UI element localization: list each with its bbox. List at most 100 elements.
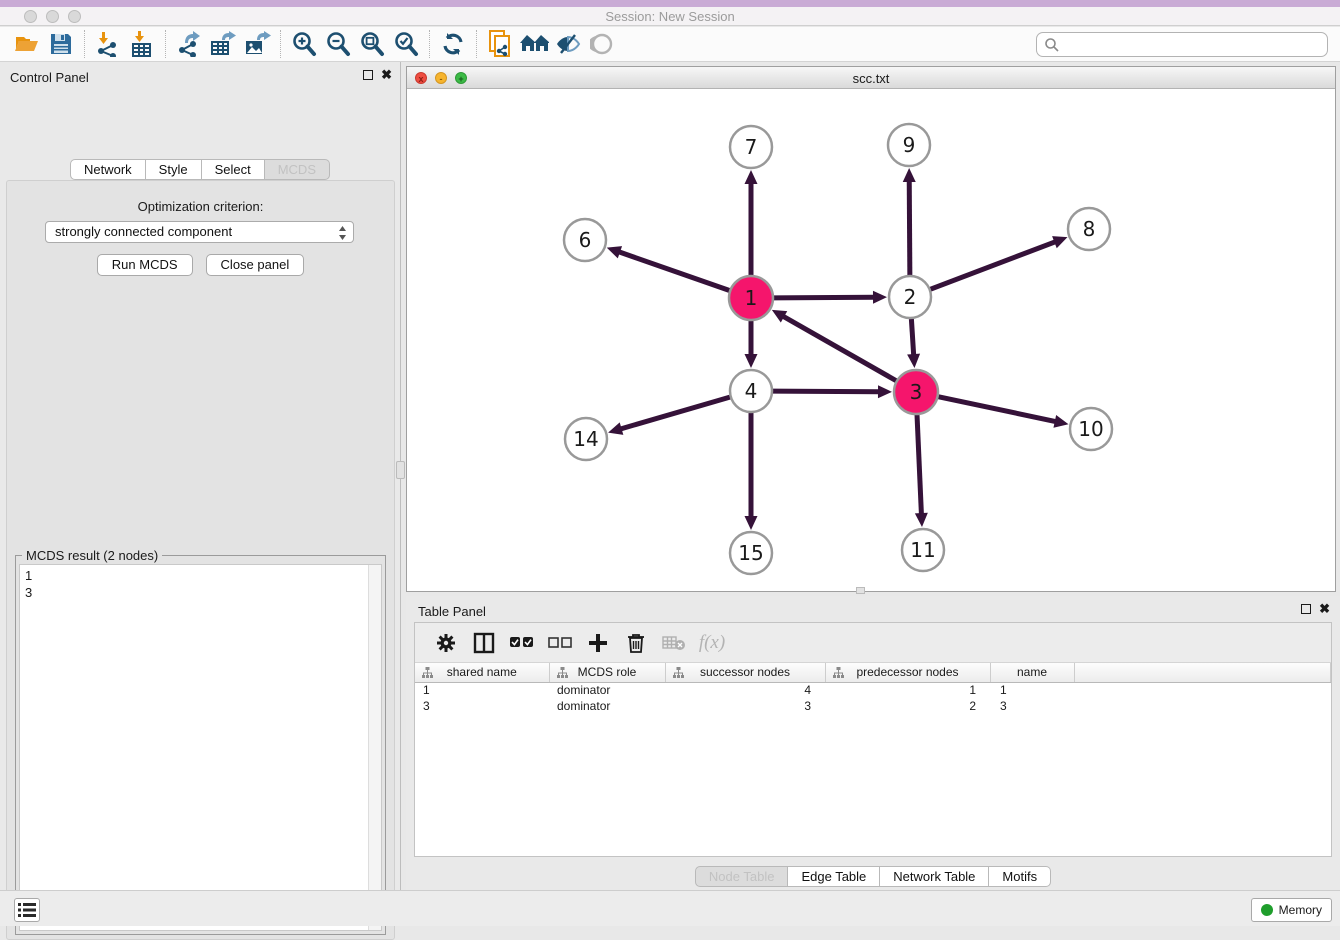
control-panel-title: Control Panel bbox=[10, 70, 89, 85]
table-cell[interactable]: 3 bbox=[415, 698, 549, 714]
optimization-criterion-value: strongly connected component bbox=[55, 224, 232, 239]
result-scrollbar[interactable] bbox=[368, 565, 381, 930]
memory-button[interactable]: Memory bbox=[1251, 898, 1332, 922]
zoom-selected-button[interactable] bbox=[389, 29, 423, 59]
delete-table-button[interactable] bbox=[655, 626, 693, 660]
graph-edge-4-3[interactable] bbox=[773, 391, 880, 392]
mcds-result-title: MCDS result (2 nodes) bbox=[22, 548, 162, 563]
mcds-result-line: 1 bbox=[25, 567, 381, 584]
close-panel-button[interactable]: Close panel bbox=[206, 254, 305, 276]
column-header-MCDS-role[interactable]: MCDS role bbox=[549, 663, 665, 682]
split-panel-button[interactable] bbox=[465, 626, 503, 660]
mcds-result-list[interactable]: 13 bbox=[19, 564, 382, 931]
table-cell[interactable]: 1 bbox=[415, 682, 549, 698]
table-cell[interactable]: 2 bbox=[825, 698, 990, 714]
memory-label: Memory bbox=[1279, 903, 1322, 917]
main-toolbar bbox=[0, 27, 1340, 62]
home-button[interactable] bbox=[517, 29, 551, 59]
table-cell[interactable]: 3 bbox=[990, 698, 1074, 714]
deselect-all-button[interactable] bbox=[541, 626, 579, 660]
column-header-successor-nodes[interactable]: successor nodes bbox=[665, 663, 825, 682]
network-window-titlebar[interactable]: x - + scc.txt bbox=[407, 67, 1335, 89]
import-table-icon bbox=[129, 31, 155, 57]
graph-edge-3-1[interactable] bbox=[782, 316, 897, 381]
memory-status-icon bbox=[1261, 904, 1273, 916]
graph-edge-1-6[interactable] bbox=[618, 252, 730, 291]
edge-arrowhead bbox=[1053, 415, 1068, 428]
table-cell[interactable]: 3 bbox=[665, 698, 825, 714]
tab-select[interactable]: Select bbox=[202, 159, 265, 180]
settings-gear-icon bbox=[435, 632, 457, 654]
column-header-predecessor-nodes[interactable]: predecessor nodes bbox=[825, 663, 990, 682]
graph-edge-2-3[interactable] bbox=[911, 319, 913, 356]
tab-motifs[interactable]: Motifs bbox=[989, 866, 1051, 887]
import-network-button[interactable] bbox=[91, 29, 125, 59]
zoom-fit-button[interactable] bbox=[355, 29, 389, 59]
close-panel-icon[interactable]: ✖ bbox=[381, 69, 392, 80]
export-table-button[interactable] bbox=[206, 29, 240, 59]
export-image-icon bbox=[243, 31, 271, 57]
search-input[interactable] bbox=[1036, 32, 1328, 57]
control-panel-tabs: NetworkStyleSelectMCDS bbox=[70, 159, 330, 180]
table-row[interactable]: 1dominator411 bbox=[415, 682, 1331, 698]
save-session-button[interactable] bbox=[44, 29, 78, 59]
column-header-shared-name[interactable]: shared name bbox=[415, 663, 549, 682]
table-cell[interactable]: 4 bbox=[665, 682, 825, 698]
table-header-row: shared nameMCDS rolesuccessor nodesprede… bbox=[415, 663, 1331, 682]
deselect-all-icon bbox=[548, 637, 572, 649]
hide-panel-button[interactable] bbox=[551, 29, 585, 59]
mcds-result-group: MCDS result (2 nodes) 13 bbox=[15, 555, 386, 935]
tab-edge-table[interactable]: Edge Table bbox=[788, 866, 880, 887]
tab-node-table[interactable]: Node Table bbox=[695, 866, 789, 887]
table-cell[interactable]: dominator bbox=[549, 682, 665, 698]
delete-button[interactable] bbox=[617, 626, 655, 660]
graph-edge-2-9[interactable] bbox=[909, 180, 910, 275]
control-panel: Control Panel ✖ NetworkStyleSelectMCDS O… bbox=[0, 62, 401, 890]
clone-network-button[interactable] bbox=[483, 29, 517, 59]
close-panel-icon[interactable]: ✖ bbox=[1319, 603, 1330, 614]
tab-network[interactable]: Network bbox=[70, 159, 146, 180]
refresh-button[interactable] bbox=[436, 29, 470, 59]
run-mcds-button[interactable]: Run MCDS bbox=[97, 254, 193, 276]
graph-edge-3-11[interactable] bbox=[917, 414, 921, 515]
graph-edge-4-14[interactable] bbox=[620, 397, 730, 429]
table-cell[interactable]: 1 bbox=[825, 682, 990, 698]
table-panel: Table Panel ✖ bbox=[406, 596, 1340, 890]
edge-arrowhead bbox=[607, 246, 622, 258]
delete-icon bbox=[626, 632, 646, 654]
app-title: Session: New Session bbox=[0, 9, 1340, 24]
toolbar-separator bbox=[84, 30, 85, 58]
edge-arrowhead bbox=[907, 354, 920, 368]
sphere-button[interactable] bbox=[585, 29, 619, 59]
tab-network-table[interactable]: Network Table bbox=[880, 866, 989, 887]
export-network-button[interactable] bbox=[172, 29, 206, 59]
task-history-button[interactable] bbox=[14, 898, 40, 922]
graph-node-label: 7 bbox=[745, 135, 758, 159]
zoom-out-button[interactable] bbox=[321, 29, 355, 59]
import-table-button[interactable] bbox=[125, 29, 159, 59]
graph-node-label: 6 bbox=[579, 228, 592, 252]
table-cell[interactable]: dominator bbox=[549, 698, 665, 714]
table-row[interactable]: 3dominator323 bbox=[415, 698, 1331, 714]
float-panel-icon[interactable] bbox=[1301, 604, 1311, 614]
optimization-criterion-select[interactable]: strongly connected component bbox=[45, 221, 354, 243]
graph-svg[interactable]: 7968124314101511 bbox=[407, 89, 1335, 591]
open-file-button[interactable] bbox=[10, 29, 44, 59]
graph-edge-1-2[interactable] bbox=[773, 297, 875, 298]
export-image-button[interactable] bbox=[240, 29, 274, 59]
graph-edge-2-8[interactable] bbox=[931, 241, 1057, 289]
add-column-button[interactable] bbox=[579, 626, 617, 660]
graph-node-label: 14 bbox=[573, 427, 598, 451]
select-all-button[interactable] bbox=[503, 626, 541, 660]
table-settings-button[interactable] bbox=[427, 626, 465, 660]
column-header-name[interactable]: name bbox=[990, 663, 1074, 682]
table-cell[interactable]: 1 bbox=[990, 682, 1074, 698]
zoom-in-button[interactable] bbox=[287, 29, 321, 59]
apply-function-button[interactable]: f(x) bbox=[693, 626, 731, 660]
vertical-splitter-grip[interactable] bbox=[396, 461, 405, 479]
tab-style[interactable]: Style bbox=[146, 159, 202, 180]
tab-mcds[interactable]: MCDS bbox=[265, 159, 330, 180]
float-panel-icon[interactable] bbox=[363, 70, 373, 80]
graph-edge-3-10[interactable] bbox=[938, 397, 1057, 422]
horizontal-splitter-grip[interactable] bbox=[856, 587, 865, 594]
